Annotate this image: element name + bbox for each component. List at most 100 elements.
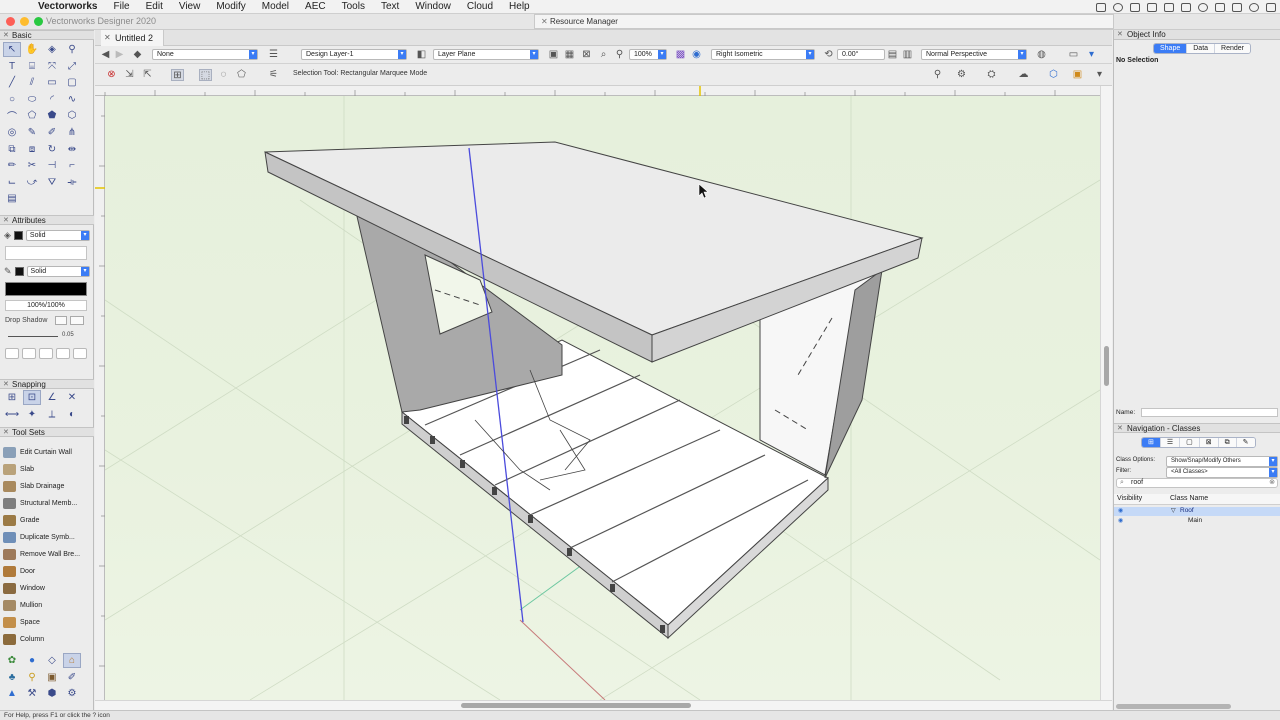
line-tool-icon[interactable]: ╱: [3, 75, 21, 90]
navigation-scroll-thumb[interactable]: [1116, 704, 1231, 709]
site-planning-icon[interactable]: ✿: [3, 653, 21, 668]
view-eye-icon[interactable]: ◉: [690, 49, 703, 61]
close-icon[interactable]: ✕: [3, 31, 9, 40]
offset-tool-icon[interactable]: ⧈: [23, 142, 41, 157]
tab-shape[interactable]: Shape: [1154, 44, 1188, 53]
lasso-marquee-icon[interactable]: ◌: [217, 69, 230, 81]
polyline-tool-icon[interactable]: ⌒: [3, 108, 21, 123]
layer-icon[interactable]: ☰: [267, 49, 280, 61]
trim-tool-icon[interactable]: ✂: [23, 158, 41, 173]
dimension-tool-icon[interactable]: ⤧: [43, 59, 61, 74]
attributes-palette-header[interactable]: ✕ Attributes: [0, 215, 94, 225]
close-window-button[interactable]: [6, 17, 15, 26]
pencil-tool-icon[interactable]: ✏: [3, 158, 21, 173]
text-tool-icon[interactable]: T: [3, 59, 21, 74]
dims-notes-icon[interactable]: ◇: [43, 653, 61, 668]
tool-grade[interactable]: Grade: [3, 512, 85, 528]
forward-arrow-icon[interactable]: ▶: [113, 49, 126, 61]
chevron-down-icon[interactable]: ▾: [1093, 69, 1106, 81]
arrowhead-end-select[interactable]: [73, 348, 87, 359]
tab-data[interactable]: Data: [1187, 44, 1216, 53]
attribute-mapping-icon[interactable]: ✐: [43, 125, 61, 140]
spiral-tool-icon[interactable]: ◎: [3, 125, 21, 140]
pan-tool-icon[interactable]: ✋: [23, 42, 41, 57]
close-icon[interactable]: ✕: [104, 30, 111, 46]
regular-polygon-icon[interactable]: ⬡: [63, 108, 81, 123]
screen-icon[interactable]: [1130, 2, 1140, 12]
nav-tab-layers[interactable]: ☰: [1160, 438, 1181, 447]
chamfer-tool-icon[interactable]: ⌙: [3, 175, 21, 190]
class-select[interactable]: None ▾: [152, 49, 258, 60]
class-icon[interactable]: ◆: [131, 49, 144, 61]
snap-angle-icon[interactable]: ∠: [43, 390, 61, 405]
renderworks-icon[interactable]: ⬡: [1047, 69, 1060, 81]
render-mode-icon[interactable]: ▤: [886, 49, 899, 61]
oval-tool-icon[interactable]: ⬭: [23, 92, 41, 107]
line-weight-value[interactable]: 0.05: [62, 332, 74, 338]
nav-tab-views[interactable]: ⊠: [1199, 438, 1219, 447]
snap-grid-icon[interactable]: ⊞: [3, 390, 21, 405]
arrowhead-start-select[interactable]: [5, 348, 19, 359]
machine-design-icon[interactable]: ✐: [63, 670, 81, 685]
menu-model[interactable]: Model: [254, 1, 297, 12]
box-icon[interactable]: [1215, 2, 1225, 12]
close-icon[interactable]: ✕: [3, 428, 9, 437]
back-arrow-icon[interactable]: ◀: [99, 49, 112, 61]
rectangular-marquee-icon[interactable]: ⬚: [199, 69, 212, 81]
polygon-marquee-icon[interactable]: ⬠: [235, 69, 248, 81]
class-options-select[interactable]: Show/Snap/Modify Others ▾: [1166, 456, 1278, 467]
render-settings-icon[interactable]: ▥: [901, 49, 914, 61]
basic-palette-header[interactable]: ✕ Basic: [0, 30, 94, 40]
menu-aec[interactable]: AEC: [297, 1, 334, 12]
class-row-roof[interactable]: ◉ ▽ Roof: [1114, 507, 1280, 516]
snap-loupe-icon[interactable]: ⚲: [931, 69, 944, 81]
opacity-field[interactable]: 100%/100%: [5, 300, 87, 311]
building-shell-icon[interactable]: ⌂: [63, 653, 81, 668]
drawing-canvas[interactable]: [105, 96, 1100, 700]
class-search-input[interactable]: ⌕ roof ⊗: [1116, 478, 1278, 488]
menu-edit[interactable]: Edit: [138, 1, 171, 12]
constrained-dim-icon[interactable]: ⤢: [63, 59, 81, 74]
rotation-field[interactable]: 0.00°: [837, 49, 885, 60]
split-tool-icon[interactable]: ⊣: [43, 158, 61, 173]
vertical-scrollbar[interactable]: [1100, 86, 1112, 700]
close-icon[interactable]: ✕: [1117, 30, 1123, 38]
tool-remove-wall-break[interactable]: Remove Wall Bre...: [3, 546, 85, 562]
tool-slab[interactable]: Slab: [3, 461, 85, 477]
transform-mode-icon[interactable]: ⇲: [123, 69, 136, 81]
record-icon[interactable]: [1147, 2, 1157, 12]
tab-untitled-2[interactable]: ✕ Untitled 2: [101, 30, 165, 46]
detailing-icon[interactable]: ⚲: [23, 670, 41, 685]
nav-tab-references[interactable]: ⧉: [1218, 438, 1237, 447]
zoom-icon[interactable]: ⌕: [597, 49, 610, 61]
tool-structural-member[interactable]: Structural Memb...: [3, 495, 85, 511]
plane-select[interactable]: Layer Plane ▾: [433, 49, 539, 60]
rectangle-tool-icon[interactable]: ▭: [43, 75, 61, 90]
saved-views-icon[interactable]: ▩: [674, 49, 687, 61]
pen-color-swatch[interactable]: [14, 266, 24, 276]
fit-objects-icon[interactable]: ▦: [563, 49, 576, 61]
expand-triangle-icon[interactable]: ▽: [1171, 507, 1176, 514]
nav-tab-classes[interactable]: ⊞: [1142, 438, 1161, 447]
tool-edit-curtain-wall[interactable]: Edit Curtain Wall: [3, 444, 85, 460]
mirror-tool-icon[interactable]: ⋔: [63, 125, 81, 140]
visualization-icon[interactable]: ●: [23, 653, 41, 668]
mirror-axis-icon[interactable]: ⇹: [63, 142, 81, 157]
tool-sets-palette-header[interactable]: ✕ Tool Sets: [0, 427, 94, 437]
arrowhead-left-button[interactable]: [22, 348, 36, 359]
selection-tool-icon[interactable]: ↖: [3, 42, 21, 57]
reshape-tool-icon[interactable]: ⤻: [23, 175, 41, 190]
tool-mullion[interactable]: Mullion: [3, 597, 85, 613]
drop-shadow-settings-button[interactable]: [70, 316, 84, 325]
cloud-publish-icon[interactable]: ☁: [1017, 69, 1030, 81]
menu-text[interactable]: Text: [373, 1, 407, 12]
tool-column[interactable]: Column: [3, 631, 85, 647]
callout-tool-icon[interactable]: ⌸: [23, 59, 41, 74]
snap-smart-edge-icon[interactable]: ⟂: [43, 407, 61, 422]
search-icon[interactable]: [1249, 2, 1259, 12]
menu-cloud[interactable]: Cloud: [459, 1, 501, 12]
zoom-select[interactable]: 100% ▾: [629, 49, 667, 60]
class-row-main[interactable]: ◉ Main: [1114, 517, 1280, 526]
flyover-tool-icon[interactable]: ◈: [43, 42, 61, 57]
menu-modify[interactable]: Modify: [208, 1, 253, 12]
